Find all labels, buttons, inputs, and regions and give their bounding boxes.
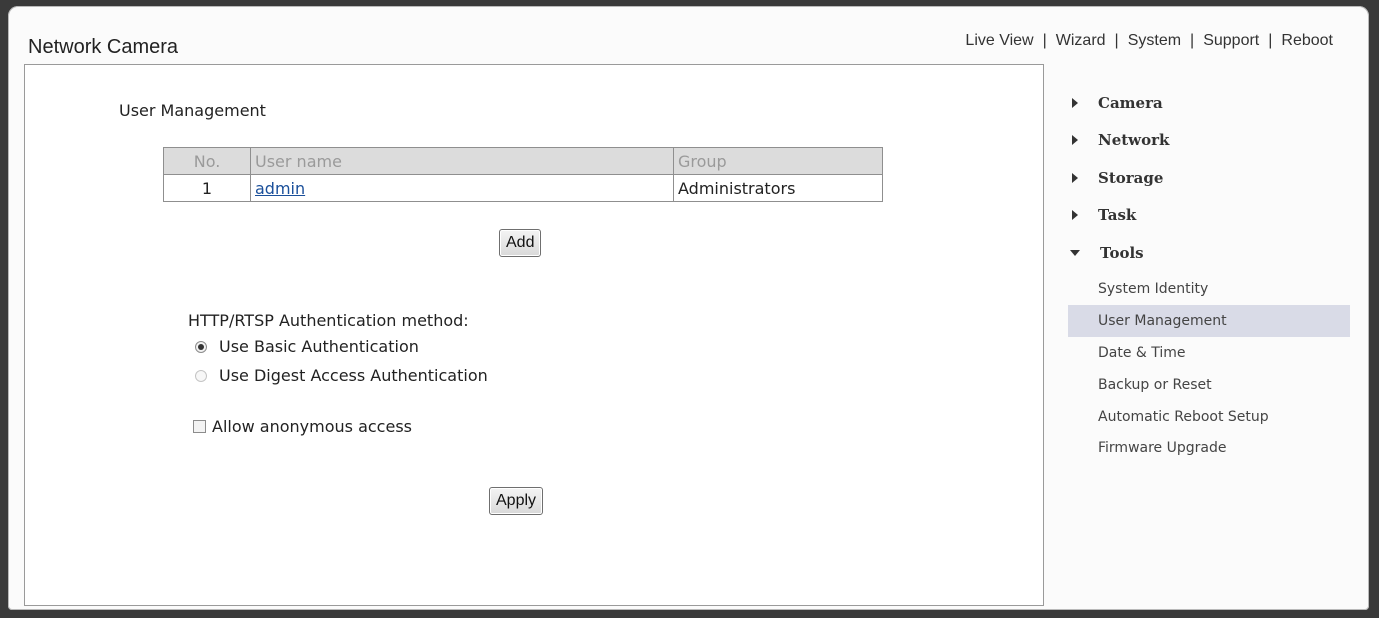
submenu-item-backup-reset[interactable]: Backup or Reset <box>1068 369 1350 401</box>
user-link-admin[interactable]: admin <box>255 179 305 198</box>
nav-live-view[interactable]: Live View <box>965 32 1033 50</box>
auth-method-label: HTTP/RTSP Authentication method: <box>188 311 469 330</box>
column-header-group: Group <box>673 147 883 175</box>
digest-auth-label: Use Digest Access Authentication <box>219 366 488 385</box>
caret-right-icon <box>1072 172 1078 183</box>
nav-support[interactable]: Support <box>1203 32 1259 50</box>
nav-separator: | <box>1190 32 1195 49</box>
sidebar-item-network[interactable]: Network <box>1068 122 1350 160</box>
caret-right-icon <box>1072 210 1078 221</box>
nav-separator: | <box>1114 32 1119 49</box>
nav-separator: | <box>1268 32 1273 49</box>
caret-right-icon <box>1072 97 1078 108</box>
add-user-button[interactable]: Add <box>499 229 542 257</box>
cell-username: admin <box>250 174 674 202</box>
user-table: No. User name Group 1 admin Administrato… <box>163 147 883 202</box>
anonymous-access-label: Allow anonymous access <box>212 417 412 436</box>
sidebar-item-label: Camera <box>1098 93 1163 112</box>
basic-auth-label: Use Basic Authentication <box>219 337 419 356</box>
anonymous-access-checkbox[interactable] <box>193 420 206 433</box>
sidebar-item-label: Network <box>1098 131 1170 150</box>
sidebar-item-camera[interactable]: Camera <box>1068 84 1350 122</box>
app-title: Network Camera <box>28 36 179 58</box>
sidebar-item-label: Storage <box>1098 168 1164 187</box>
table-header-row: No. User name Group <box>163 147 883 175</box>
column-header-no: No. <box>163 147 251 175</box>
digest-auth-radio[interactable] <box>195 369 207 382</box>
submenu-item-auto-reboot[interactable]: Automatic Reboot Setup <box>1068 401 1350 433</box>
digest-auth-option[interactable]: Use Digest Access Authentication <box>195 366 488 385</box>
submenu-item-date-time[interactable]: Date & Time <box>1068 337 1350 369</box>
sidebar-item-task[interactable]: Task <box>1068 197 1350 235</box>
tools-submenu: System Identity User Management Date & T… <box>1068 274 1350 465</box>
anonymous-access-option[interactable]: Allow anonymous access <box>193 417 412 436</box>
table-row: 1 admin Administrators <box>163 174 883 202</box>
caret-right-icon <box>1072 135 1078 146</box>
submenu-item-system-identity[interactable]: System Identity <box>1068 274 1350 306</box>
sidebar-item-tools[interactable]: Tools <box>1068 234 1350 272</box>
app-window: Network Camera Live View | Wizard | Syst… <box>8 6 1369 610</box>
submenu-item-user-management[interactable]: User Management <box>1068 305 1350 338</box>
nav-reboot[interactable]: Reboot <box>1281 32 1333 50</box>
sidebar-item-label: Task <box>1098 206 1137 225</box>
column-header-username: User name <box>250 147 674 175</box>
main-panel: User Management No. User name Group 1 ad… <box>24 64 1044 606</box>
basic-auth-option[interactable]: Use Basic Authentication <box>195 337 419 356</box>
sidebar-item-storage[interactable]: Storage <box>1068 159 1350 197</box>
nav-system[interactable]: System <box>1128 32 1181 50</box>
apply-button[interactable]: Apply <box>489 487 544 515</box>
sidebar: Camera Network Storage Task Tools System… <box>1068 84 1350 464</box>
cell-no: 1 <box>163 174 251 202</box>
cell-group: Administrators <box>673 174 883 202</box>
nav-wizard[interactable]: Wizard <box>1056 32 1106 50</box>
nav-separator: | <box>1042 32 1047 49</box>
page-title: User Management <box>119 101 266 120</box>
basic-auth-radio[interactable] <box>195 340 207 353</box>
caret-down-icon <box>1070 249 1080 256</box>
submenu-item-firmware-upgrade[interactable]: Firmware Upgrade <box>1068 432 1350 464</box>
top-nav: Live View | Wizard | System | Support | … <box>965 32 1333 50</box>
sidebar-item-label: Tools <box>1100 243 1144 262</box>
